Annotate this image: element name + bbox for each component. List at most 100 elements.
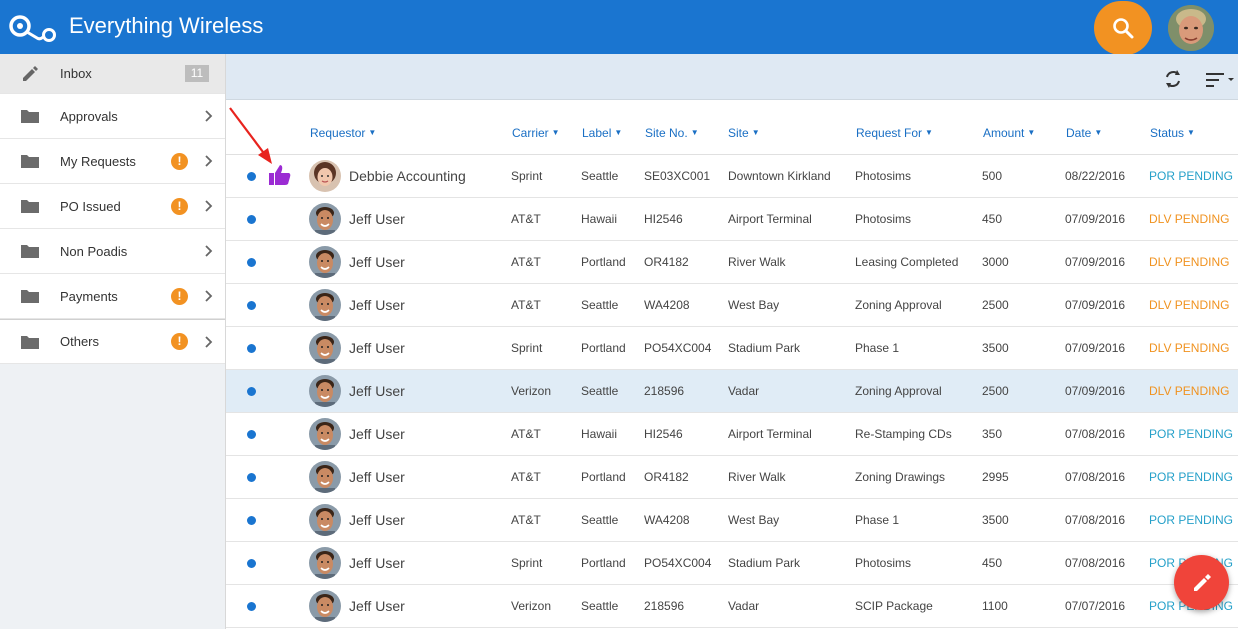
cell-site: River Walk [728,470,786,484]
avatar [309,246,341,278]
cell-site: West Bay [728,513,780,527]
cell-site-no: 218596 [644,599,685,613]
sidebar: Inbox 11 Approvals My Requests! PO Issued! No… [0,54,226,629]
column-header-date[interactable]: Date ▼ [1066,126,1102,140]
cell-carrier: Sprint [511,169,543,183]
column-header-site[interactable]: Site ▼ [728,126,760,140]
column-header-status[interactable]: Status ▼ [1150,126,1195,140]
cell-date: 07/09/2016 [1065,298,1126,312]
avatar [309,504,341,536]
user-avatar[interactable] [1168,5,1214,51]
sort-icon[interactable] [1206,71,1234,89]
sidebar-item-label: Approvals [60,108,118,124]
requestor-name: Jeff User [349,512,405,528]
folder-icon [21,245,39,258]
cell-site-no: PO54XC004 [644,341,712,355]
cell-status: DLV PENDING [1149,255,1230,269]
sidebar-item-my-requests[interactable]: My Requests! [0,139,225,184]
cell-request-for: Re-Stamping CDs [855,427,952,441]
cell-label: Seattle [581,384,619,398]
sidebar-item-po-issued[interactable]: PO Issued! [0,184,225,229]
column-header-site-no[interactable]: Site No. ▼ [645,126,699,140]
cell-label: Seattle [581,169,619,183]
table-row[interactable]: Jeff User AT&T Hawaii HI2546 Airport Termina… [226,413,1238,456]
cell-site: Airport Terminal [728,427,812,441]
sidebar-item-inbox[interactable]: Inbox 11 [0,54,225,94]
cell-status: POR PENDING [1149,513,1234,527]
cell-carrier: AT&T [511,255,541,269]
refresh-icon[interactable] [1163,69,1183,89]
table-row[interactable]: Jeff User AT&T Hawaii HI2546 Airport Termina… [226,198,1238,241]
table-row[interactable]: Jeff User Verizon Seattle 218596 Vadar Zoning… [226,370,1238,413]
sort-caret-icon: ▼ [751,128,760,137]
sidebar-item-label: Payments [60,288,118,304]
cell-amount: 450 [982,556,1003,570]
table-row[interactable]: Jeff User AT&T Seattle WA4208 West Bay Zoning… [226,284,1238,327]
cell-request-for: Zoning Approval [855,384,942,398]
folder-icon [21,110,39,123]
cell-label: Portland [581,470,626,484]
cell-site: Stadium Park [728,556,801,570]
table-row[interactable]: Jeff User Sprint Portland PO54XC004 Stadium … [226,327,1238,370]
avatar [309,203,341,235]
sort-caret-icon: ▼ [925,128,933,137]
arrow-annotation [229,107,272,164]
cell-status: POR PENDING [1149,470,1234,484]
cell-request-for: SCIP Package [855,599,933,613]
avatar [309,418,341,450]
sidebar-item-payments[interactable]: Payments! [0,274,225,319]
cell-label: Portland [581,255,626,269]
cell-date: 07/09/2016 [1065,212,1126,226]
table-row[interactable]: Jeff User AT&T Portland OR4182 River Walk Zon… [226,456,1238,499]
search-button[interactable] [1094,1,1152,55]
sidebar-item-others[interactable]: Others! [0,319,225,364]
table-row[interactable]: Jeff User AT&T Seattle WA4208 West Bay Phase … [226,499,1238,542]
avatar [309,160,341,192]
cell-amount: 2500 [982,384,1009,398]
requests-table: Requestor ▼ Carrier ▼ Label ▼ Site No. ▼ Site ▼ Re… [226,100,1238,628]
cell-request-for: Photosims [855,556,912,570]
warning-icon: ! [171,333,188,350]
cell-label: Portland [581,341,626,355]
cell-date: 07/07/2016 [1065,599,1126,613]
cell-label: Seattle [581,298,619,312]
table-row[interactable]: Jeff User AT&T Portland OR4182 River Walk Lea… [226,241,1238,284]
sidebar-item-approvals[interactable]: Approvals [0,94,225,139]
column-header-label[interactable]: Label ▼ [582,126,622,140]
sidebar-item-label: Non Poadis [60,243,128,259]
table-row[interactable]: Jeff User Verizon Seattle 218596 Vadar SCIP P… [226,585,1238,628]
column-header-requestor[interactable]: Requestor ▼ [310,126,376,140]
table-row[interactable]: Jeff User Sprint Portland PO54XC004 Stadium … [226,542,1238,585]
cell-site-no: HI2546 [644,427,683,441]
cell-status: DLV PENDING [1149,384,1230,398]
warning-icon: ! [171,197,188,215]
sidebar-item-non-poadis[interactable]: Non Poadis [0,229,225,274]
sort-caret-icon: ▼ [690,128,699,137]
column-header-carrier[interactable]: Carrier ▼ [512,126,560,140]
cell-date: 07/09/2016 [1065,255,1126,269]
cell-request-for: Zoning Drawings [855,470,946,484]
avatar [309,332,341,364]
cell-site: West Bay [728,298,780,312]
cell-request-for: Zoning Approval [855,298,942,312]
column-header-label: Request For [856,126,923,140]
chevron-right-icon [205,335,213,348]
cell-amount: 450 [982,212,1003,226]
requestor-name: Jeff User [349,469,405,485]
cell-site: Vadar [728,599,760,613]
requestor-name: Jeff User [349,555,405,571]
table-row[interactable]: Debbie Accounting Sprint Seattle SE03XC001 D… [226,155,1238,198]
cell-carrier: AT&T [511,470,541,484]
column-header-request-for[interactable]: Request For ▼ [856,126,933,140]
sort-caret-icon: ▼ [368,128,377,137]
column-header-amount[interactable]: Amount ▼ [983,126,1035,140]
sort-caret-icon: ▼ [1027,128,1036,137]
chevron-right-icon [205,155,213,167]
compose-button[interactable] [1174,555,1229,610]
column-header-label: Carrier [512,126,549,140]
sort-caret-icon: ▼ [1187,128,1195,137]
cell-label: Seattle [581,513,619,527]
cell-status: POR PENDING [1149,427,1234,441]
cell-amount: 3000 [982,255,1009,269]
cell-site-no: OR4182 [644,255,689,269]
